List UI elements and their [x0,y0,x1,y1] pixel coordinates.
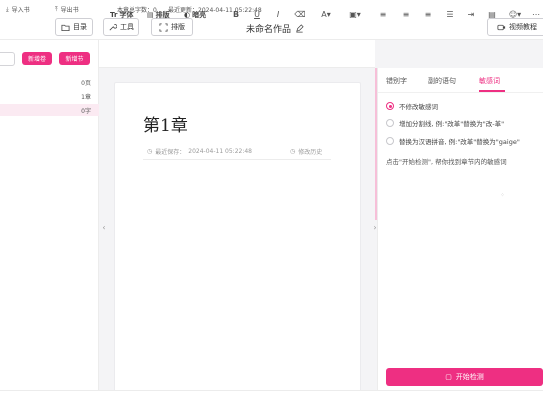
tools-button[interactable]: 工具 [103,18,139,36]
more-icon[interactable]: ⋯ [530,9,542,20]
highlight-icon[interactable]: ▣▾ [345,9,365,20]
export-icon: ⤒ [55,5,58,13]
history-label: 修改历史 [298,149,323,156]
top-toolbar: 目录 工具 排版 未命名作品 视频教程 [0,0,543,40]
import-label: 导入书 [11,7,30,14]
option-label: 增加分割线, 例:"改革"替换为"改-革" [399,120,505,128]
folder-icon [61,24,70,31]
outline-sidebar: 新增卷 新增节 0页 1章 0字 [0,40,99,390]
status-bar [0,390,543,408]
start-detect-label: 开始检测 [455,373,484,381]
last-saved-time: 2024-04-11 05:22:48 [188,148,252,155]
last-update: 最近更新：2024-04-11 05:22:48 [168,7,262,14]
panel-edge-strip [375,68,377,220]
outline-row-selected[interactable]: 0字 [0,104,99,116]
tab-typos[interactable]: 错别字 [386,76,407,86]
outline-row[interactable]: 0页 [0,76,99,88]
outline-row-count: 1章 [81,94,91,101]
history-icon: ◷ [290,148,296,155]
tabs-divider [378,92,543,93]
export-label: 导出书 [60,7,79,14]
italic-icon[interactable]: I [272,9,284,20]
start-detect-button[interactable]: ▢ 开始检测 [386,368,543,386]
sidebar-search-input[interactable] [0,52,15,66]
faint-mark: ⁘ [500,192,506,199]
expand-icon [159,22,168,32]
option-no-change[interactable]: 不修改敏感词 [386,101,438,111]
catalog-label: 目录 [73,23,87,31]
tab-sensitive-words[interactable]: 敏感词 [479,76,500,86]
collapse-left-icon[interactable]: ‹ [100,222,108,232]
document-title[interactable]: 未命名作品 [246,22,304,35]
align-center-icon[interactable]: ≡ [400,9,412,20]
chapter-title[interactable]: 第1章 [143,111,188,136]
wrench-icon [109,23,117,30]
outline-row-count: 0字 [81,108,91,115]
new-volume-button[interactable]: 新增卷 [22,52,52,65]
detect-hint: 点击"开始检测", 帮你找到章节内的敏感词 [386,158,507,166]
emoji-icon[interactable]: ☺▾ [506,9,524,20]
outline-row-count: 0页 [81,80,91,87]
format-toolbar [99,40,375,68]
title-divider [143,159,331,160]
document-title-text: 未命名作品 [246,25,292,35]
option-label: 替换为汉语拼音, 例:"改革"替换为"gaige" [399,138,520,146]
list-icon[interactable]: ☰ [444,9,456,20]
video-tutorial-label: 视频教程 [509,23,537,31]
eraser-icon[interactable]: ⌫ [294,9,306,20]
typeset-label: 排版 [171,23,185,31]
justify-icon[interactable]: ▤ [486,9,498,20]
radio-checked[interactable] [386,102,394,110]
word-count: 本章总字数：0 [117,7,157,14]
new-chapter-button[interactable]: 新增节 [59,52,90,65]
last-saved-label: 最近保存： [155,149,186,156]
clock-icon: ◷ [147,148,153,155]
indent-icon[interactable]: ⇥ [465,9,477,20]
detect-icon: ▢ [445,373,452,381]
option-pinyin[interactable]: 替换为汉语拼音, 例:"改革"替换为"gaige" [386,136,520,146]
radio[interactable] [386,137,394,145]
video-icon [497,24,506,30]
export-button[interactable]: ⤒ 导出书 [55,5,79,15]
video-tutorial-button[interactable]: 视频教程 [487,18,543,36]
radio[interactable] [386,119,394,127]
tools-label: 工具 [120,23,134,31]
typeset-button[interactable]: 排版 [151,18,193,36]
import-icon: ⤓ [6,5,9,13]
catalog-button[interactable]: 目录 [55,18,93,36]
check-panel [377,68,543,390]
tab-sentences[interactable]: 副的语句 [428,76,456,86]
option-add-separator[interactable]: 增加分割线, 例:"改革"替换为"改-革" [386,118,504,128]
option-label: 不修改敏感词 [399,103,438,111]
outline-row[interactable]: 1章 [0,90,99,102]
edit-pencil-icon[interactable] [295,24,304,33]
history-link[interactable]: ◷ 修改历史 [290,147,322,156]
font-color-icon[interactable]: A▾ [316,9,336,20]
align-right-icon[interactable]: ≡ [422,9,434,20]
import-button[interactable]: ⤓ 导入书 [6,5,30,15]
last-saved-info: ◷ 最近保存： 2024-04-11 05:22:48 [147,147,252,156]
align-left-icon[interactable]: ≡ [377,9,389,20]
